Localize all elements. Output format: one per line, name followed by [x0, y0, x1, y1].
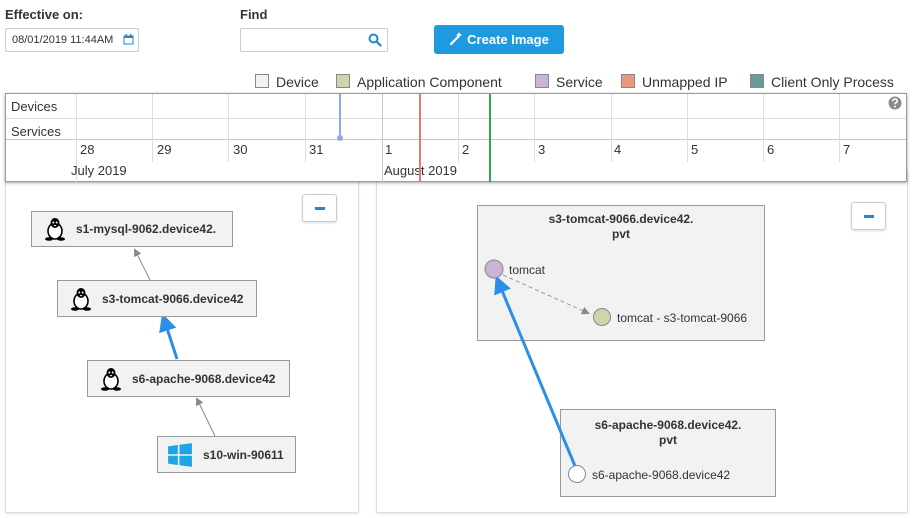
timeline-day: 5	[691, 142, 699, 157]
timeline-gridline	[611, 94, 612, 162]
timeline-green-marker	[489, 94, 491, 182]
timeline-gridline	[228, 94, 229, 162]
timeline-month-july: July 2019	[71, 163, 127, 178]
timeline-day: 28	[80, 142, 95, 157]
timeline-day: 1	[385, 142, 393, 157]
component-label-tomcat: tomcat - s3-tomcat-9066	[617, 311, 748, 325]
timeline-day: 30	[233, 142, 248, 157]
timeline-gridline	[687, 94, 688, 162]
timeline-axis-divider	[6, 139, 906, 140]
timeline-gridline	[534, 94, 535, 162]
timeline-day: 2	[462, 142, 470, 157]
timeline-gridline	[152, 94, 153, 162]
timeline-current-marker[interactable]	[339, 94, 341, 139]
timeline-row-services: Services	[11, 124, 61, 139]
timeline-panel[interactable]: Devices Services 28 29 30 31 1 2 3 4 5 6…	[5, 93, 907, 182]
client-label-s6-apache: s6-apache-9068.device42	[592, 468, 731, 482]
timeline-day: 6	[767, 142, 775, 157]
timeline-day: 7	[843, 142, 851, 157]
timeline-row-divider	[6, 118, 906, 119]
timeline-gridline	[458, 94, 459, 162]
component-node-tomcat[interactable]	[593, 308, 611, 326]
timeline-day: 31	[309, 142, 324, 157]
timeline-gridline	[763, 94, 764, 162]
timeline-day: 3	[538, 142, 546, 157]
client-node-s6-apache[interactable]	[568, 465, 586, 483]
edge-tomcat-to-component[interactable]	[502, 274, 590, 315]
help-icon[interactable]	[888, 96, 902, 110]
edge-apache-to-tomcat-service[interactable]	[494, 275, 577, 467]
timeline-day: 4	[614, 142, 622, 157]
service-label-tomcat: tomcat	[509, 263, 546, 277]
service-graph-edges	[484, 259, 611, 483]
timeline-month-divider	[382, 94, 383, 182]
timeline-gridline	[305, 94, 306, 162]
timeline-row-devices: Devices	[11, 99, 58, 114]
timeline-gridline	[839, 94, 840, 162]
timeline-current-handle[interactable]	[337, 135, 343, 141]
timeline-red-marker	[419, 94, 421, 182]
service-node-tomcat[interactable]	[484, 259, 504, 279]
timeline-day: 29	[157, 142, 172, 157]
